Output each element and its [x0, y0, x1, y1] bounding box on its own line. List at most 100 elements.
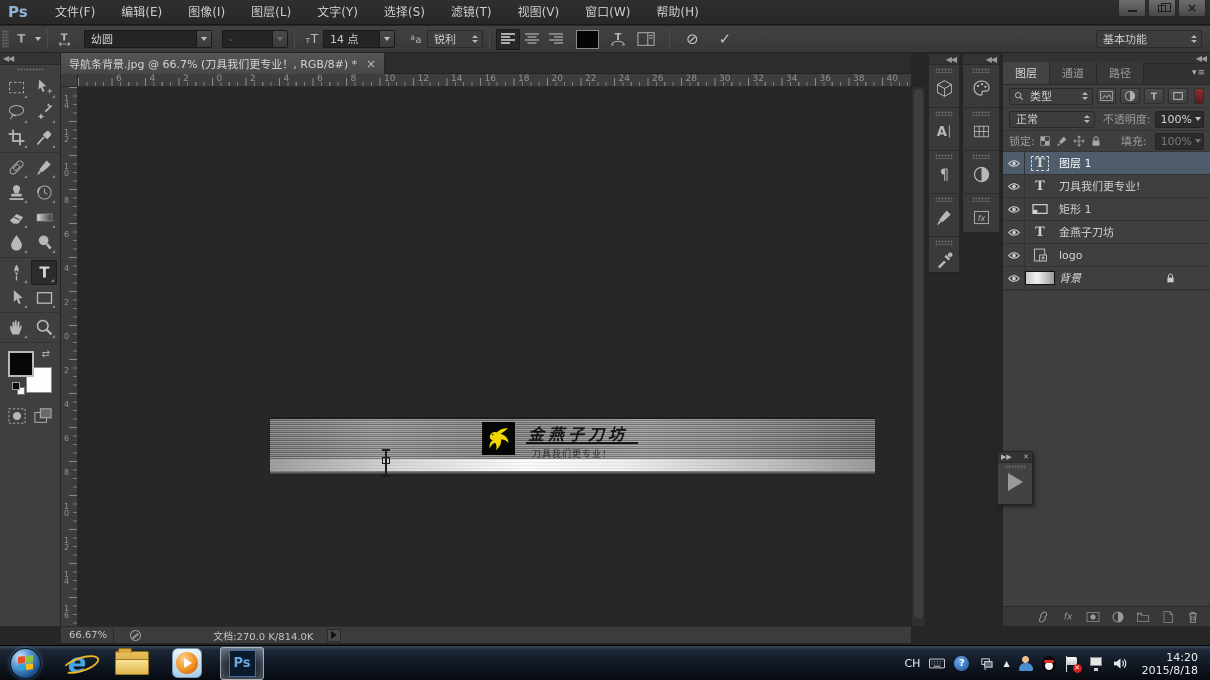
status-options-button[interactable] — [327, 628, 342, 642]
styles-panel-button[interactable]: fx — [968, 204, 994, 230]
layer-thumbnail[interactable]: T — [1025, 180, 1055, 193]
tool-history-brush-tool[interactable] — [31, 180, 57, 205]
expand-panels-button[interactable]: ◀◀ — [929, 54, 959, 65]
lock-position-button[interactable] — [1073, 133, 1086, 149]
toggle-text-orientation-icon[interactable]: T — [54, 28, 76, 50]
show-hidden-icons-button[interactable]: ▲ — [1003, 659, 1009, 668]
tool-eyedropper-tool[interactable] — [31, 125, 57, 150]
panel-close-icon[interactable]: ✕ — [1023, 453, 1029, 461]
dropdown-arrow-icon[interactable] — [196, 31, 211, 47]
panel-menu-icon[interactable]: ▾≡ — [1192, 68, 1206, 78]
layer-name[interactable]: 矩形 1 — [1059, 201, 1092, 217]
character-panel-button[interactable]: A — [931, 118, 957, 144]
layer-name[interactable]: 刀具我们更专业! — [1059, 178, 1140, 194]
scrollbar-thumb[interactable] — [914, 89, 923, 619]
layer-name[interactable]: 图层 1 — [1059, 155, 1092, 171]
taskbar-clock[interactable]: 14:20 2015/8/18 — [1142, 651, 1198, 677]
layer-row[interactable]: 矩形 1 — [1003, 198, 1210, 221]
default-colors-icon[interactable] — [12, 382, 25, 395]
filter-type-select[interactable]: 类型 — [1009, 87, 1093, 105]
menu-item[interactable]: 图像(I) — [175, 0, 238, 25]
visibility-eye-icon[interactable] — [1003, 244, 1025, 266]
adjustments-panel-button[interactable] — [968, 161, 994, 187]
tool-rectangle-shape[interactable] — [31, 285, 57, 310]
taskbar-internet-explorer[interactable]: e — [58, 647, 96, 680]
filter-shape-layers-button[interactable] — [1168, 88, 1189, 104]
tool-hand-tool[interactable] — [3, 315, 29, 340]
tool-blur-tool[interactable] — [3, 230, 29, 255]
tray-widget-icon[interactable] — [978, 656, 994, 672]
new-adjustment-layer-button[interactable] — [1109, 609, 1127, 625]
fill-field[interactable]: 100% — [1154, 132, 1205, 150]
tools-collapse-button[interactable]: ◀◀ — [0, 53, 60, 65]
layer-row[interactable]: T 金燕子刀坊 — [1003, 221, 1210, 244]
menu-item[interactable]: 图层(L) — [238, 0, 304, 25]
play-button[interactable] — [1007, 473, 1023, 491]
cancel-edit-button[interactable]: ⊘ — [676, 30, 709, 48]
panel-expand-icon[interactable]: ▶▶ — [1001, 453, 1012, 461]
tool-rectangular-marquee-tool[interactable] — [3, 75, 29, 100]
layer-filtering-toggle[interactable] — [1194, 88, 1205, 104]
font-size-select[interactable]: 14 点 — [323, 30, 395, 48]
qq-user-icon[interactable] — [1018, 656, 1033, 671]
toggle-panels-icon[interactable] — [635, 28, 657, 50]
tool-path-selection-tool[interactable] — [3, 285, 29, 310]
close-button[interactable]: × — [1178, 0, 1206, 17]
layer-name[interactable]: 背景 — [1059, 270, 1081, 286]
taskbar-media-player[interactable] — [168, 647, 206, 680]
layer-name[interactable]: logo — [1059, 249, 1083, 262]
expand-panels-button[interactable]: ◀◀ — [963, 54, 999, 65]
menu-item[interactable]: 帮助(H) — [643, 0, 711, 25]
tool-pen-tool[interactable] — [3, 260, 29, 285]
panel-tab[interactable]: 路径 — [1097, 62, 1144, 84]
tool-healing-brush-tool[interactable] — [3, 155, 29, 180]
canvas-artwork-banner[interactable]: 金燕子刀坊 刀具我们更专业！ — [270, 417, 875, 474]
delete-layer-button[interactable] — [1184, 609, 1202, 625]
3d-panel-button[interactable] — [931, 75, 957, 101]
visibility-eye-icon[interactable] — [1003, 152, 1025, 174]
text-color-swatch[interactable] — [576, 29, 599, 49]
layer-row[interactable]: 背景 — [1003, 267, 1210, 290]
menu-item[interactable]: 窗口(W) — [572, 0, 643, 25]
filter-pixel-layers-button[interactable] — [1096, 88, 1117, 104]
visibility-eye-icon[interactable] — [1003, 267, 1025, 289]
tool-lasso-tool[interactable] — [3, 100, 29, 125]
taskbar-file-explorer[interactable] — [113, 647, 151, 680]
canvas-pasteboard[interactable]: 金燕子刀坊 刀具我们更专业！ — [78, 87, 911, 626]
tool-gradient-tool[interactable] — [31, 205, 57, 230]
vertical-scrollbar[interactable] — [911, 87, 925, 626]
type-tool-preset-icon[interactable]: T — [13, 28, 41, 50]
paragraph-panel-button[interactable]: ¶ — [931, 161, 957, 187]
anti-alias-select[interactable]: 锐利 — [427, 30, 483, 48]
lock-transparency-button[interactable] — [1039, 133, 1052, 149]
swatches-panel-button[interactable] — [968, 118, 994, 144]
swap-colors-icon[interactable]: ⇄ — [42, 349, 50, 360]
qq-penguin-icon[interactable] — [1041, 655, 1056, 672]
tool-type-tool[interactable]: T — [31, 260, 57, 285]
tool-dodge-tool[interactable] — [31, 230, 57, 255]
blend-mode-select[interactable]: 正常 — [1009, 110, 1095, 128]
layer-thumbnail[interactable] — [1025, 247, 1055, 263]
menu-item[interactable]: 选择(S) — [371, 0, 438, 25]
menu-item[interactable]: 编辑(E) — [108, 0, 175, 25]
tool-move-tool[interactable] — [31, 75, 57, 100]
new-layer-button[interactable] — [1159, 609, 1177, 625]
link-layers-button[interactable] — [1034, 609, 1052, 625]
network-icon[interactable] — [1088, 656, 1104, 671]
layer-thumbnail[interactable] — [1025, 202, 1055, 216]
keyboard-icon[interactable] — [929, 656, 946, 672]
menu-item[interactable]: 文件(F) — [42, 0, 108, 25]
font-family-select[interactable]: 幼圆 — [84, 30, 212, 48]
document-tab[interactable]: 导航条背景.jpg @ 66.7% (刀具我们更专业！, RGB/8#) * × — [61, 53, 386, 74]
volume-icon[interactable] — [1113, 656, 1129, 672]
filter-adjustment-layers-button[interactable] — [1120, 88, 1141, 104]
panel-tab[interactable]: 通道 — [1050, 62, 1097, 84]
opacity-field[interactable]: 100% — [1154, 110, 1204, 128]
tool-crop-tool[interactable] — [3, 125, 29, 150]
tool-brush-tool[interactable] — [31, 155, 57, 180]
visibility-eye-icon[interactable] — [1003, 221, 1025, 243]
align-right-button[interactable] — [544, 29, 568, 50]
menu-item[interactable]: 视图(V) — [505, 0, 573, 25]
action-center-flag-icon[interactable]: ✕ — [1065, 655, 1082, 673]
screen-mode-button[interactable] — [33, 407, 53, 425]
